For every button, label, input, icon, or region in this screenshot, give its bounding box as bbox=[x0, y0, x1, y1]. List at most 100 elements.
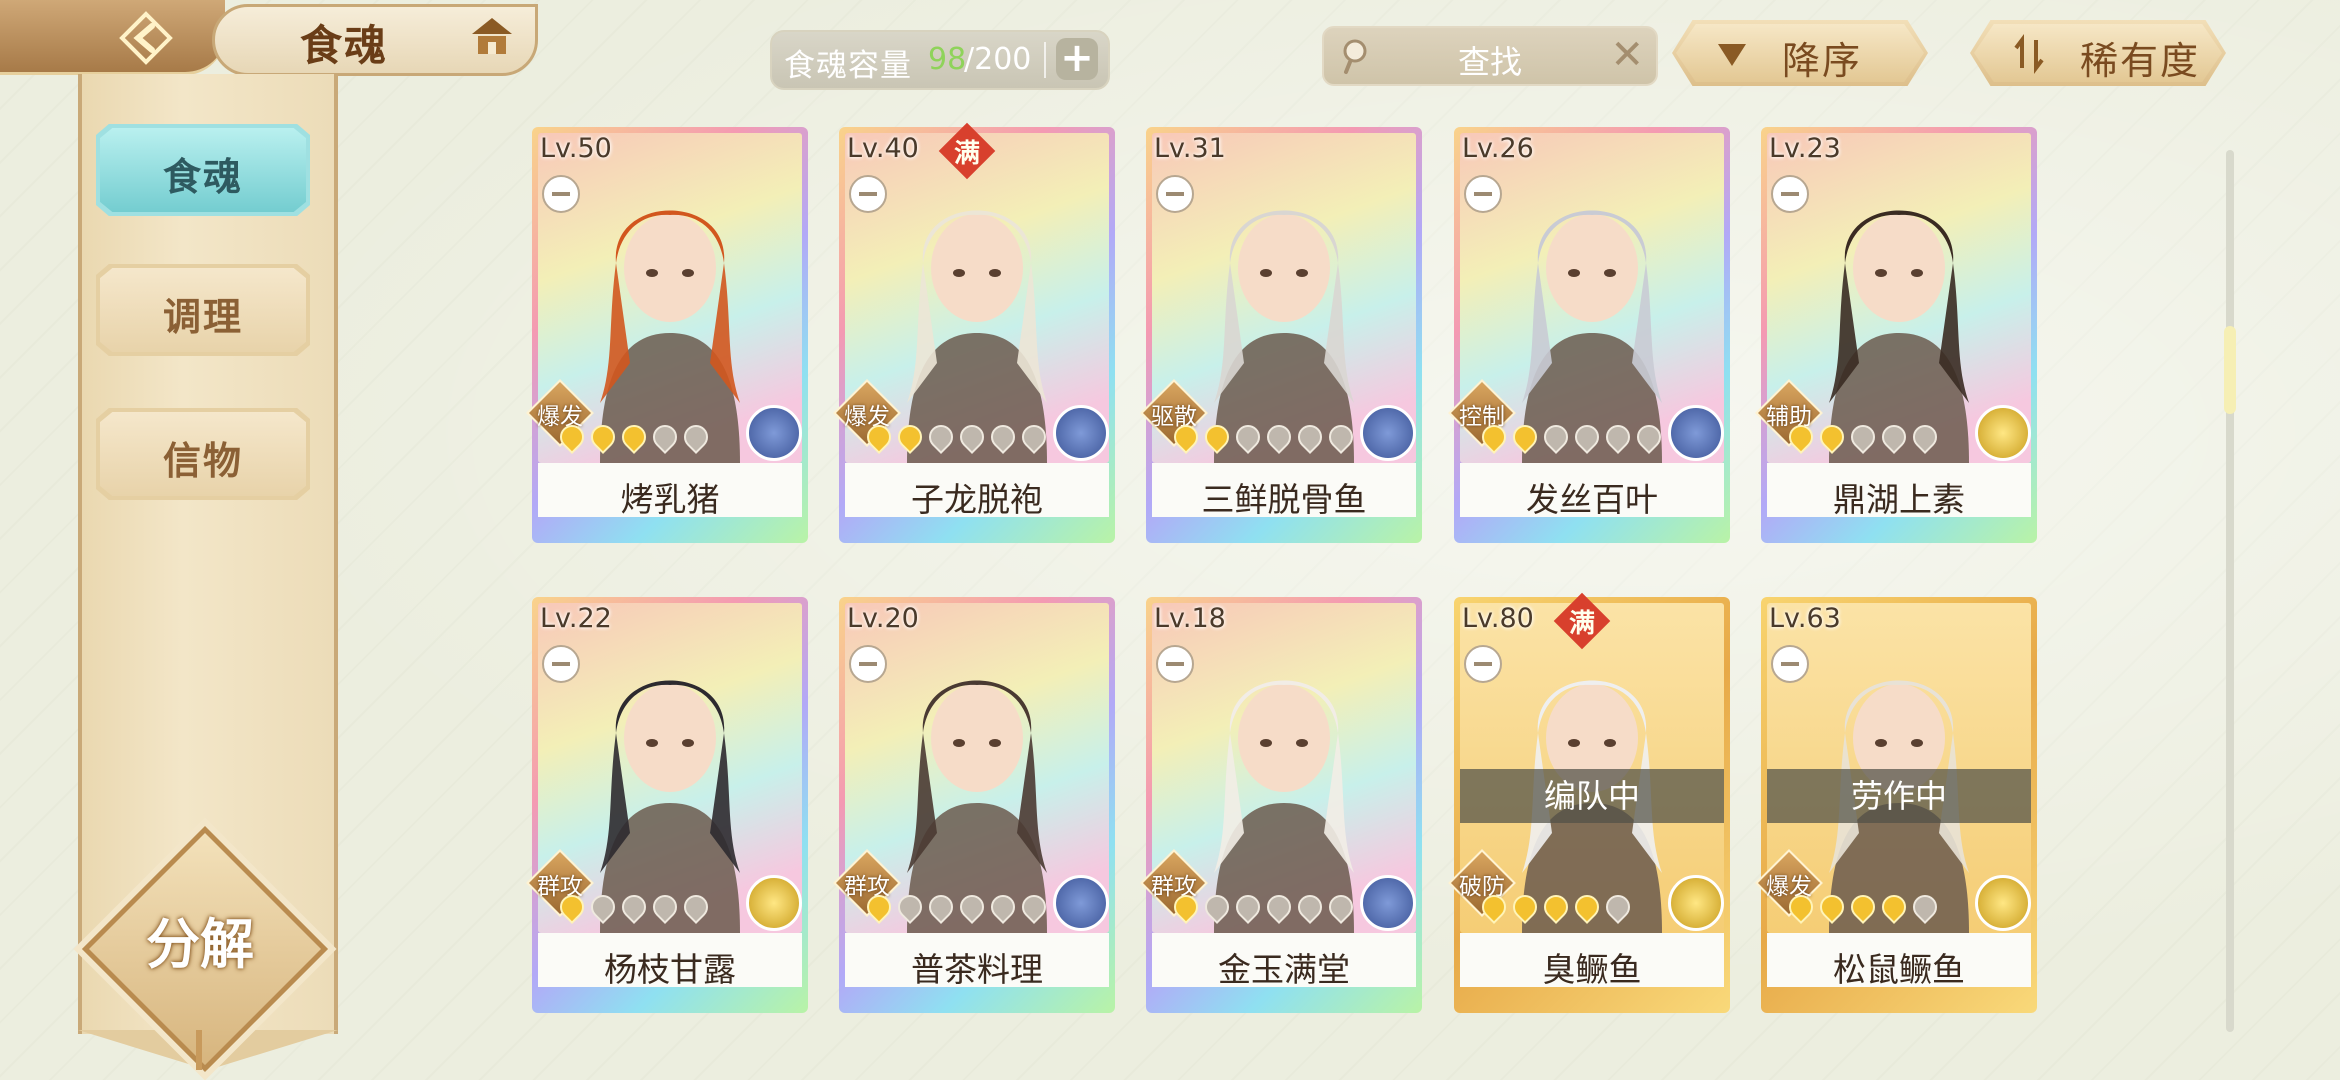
star-empty-icon bbox=[1293, 419, 1327, 454]
card-level: Lv.40 bbox=[847, 133, 919, 164]
card-level: Lv.80 bbox=[1462, 603, 1534, 634]
card-name: 三鲜脱骨鱼 bbox=[1201, 480, 1367, 519]
star-empty-icon bbox=[648, 419, 682, 454]
star-filled-icon bbox=[862, 419, 896, 454]
star-empty-icon bbox=[1017, 889, 1051, 924]
star-filled-icon bbox=[1784, 419, 1818, 454]
card-level: Lv.22 bbox=[540, 603, 612, 634]
card-name: 烤乳猪 bbox=[620, 480, 720, 519]
food-soul-card[interactable]: Lv.80 满 编队中 破防 臭鳜鱼 bbox=[1448, 592, 1730, 1013]
lock-icon[interactable] bbox=[1771, 175, 1809, 213]
card-name: 鼎湖上素 bbox=[1833, 480, 1965, 519]
food-soul-card[interactable]: Lv.50 爆发 烤乳猪 bbox=[526, 127, 808, 543]
card-status-banner: 编队中 bbox=[1460, 769, 1724, 823]
lock-icon[interactable] bbox=[542, 175, 580, 213]
element-flower-icon bbox=[1053, 875, 1109, 931]
lock-icon[interactable] bbox=[542, 645, 580, 683]
star-filled-icon bbox=[555, 889, 589, 924]
food-soul-card[interactable]: Lv.40 满 爆发 子龙脱袍 bbox=[833, 122, 1115, 543]
search-input[interactable]: 查找 ✕ bbox=[1322, 26, 1658, 86]
star-filled-icon bbox=[1815, 889, 1849, 924]
lock-icon[interactable] bbox=[849, 645, 887, 683]
sort-key-button[interactable]: 稀有度 bbox=[1970, 20, 2226, 86]
food-soul-card[interactable]: Lv.22 群攻 杨枝甘露 bbox=[526, 597, 808, 1013]
food-soul-card[interactable]: Lv.18 群攻 金玉满堂 bbox=[1140, 597, 1422, 1013]
star-empty-icon bbox=[986, 889, 1020, 924]
search-placeholder: 查找 bbox=[1457, 43, 1522, 81]
star-empty-icon bbox=[1601, 889, 1635, 924]
star-empty-icon bbox=[1017, 419, 1051, 454]
star-empty-icon bbox=[1231, 419, 1265, 454]
star-filled-icon bbox=[1815, 419, 1849, 454]
max-badge-label: 满 bbox=[1568, 609, 1595, 639]
home-pavilion-icon[interactable] bbox=[468, 14, 516, 60]
star-empty-icon bbox=[648, 889, 682, 924]
sort-order-label: 降序 bbox=[1782, 39, 1863, 83]
tab-label: 调理 bbox=[162, 295, 243, 339]
card-name-bar: 金玉满堂 bbox=[1152, 933, 1416, 989]
star-empty-icon bbox=[955, 889, 989, 924]
star-empty-icon bbox=[986, 419, 1020, 454]
card-name-bar: 松鼠鳜鱼 bbox=[1767, 933, 2031, 989]
star-empty-icon bbox=[1200, 889, 1234, 924]
back-arrow-icon[interactable] bbox=[118, 10, 174, 66]
star-filled-icon bbox=[1784, 889, 1818, 924]
sort-order-button[interactable]: 降序 bbox=[1672, 20, 1928, 86]
lock-icon[interactable] bbox=[1464, 645, 1502, 683]
capacity-current: 98 bbox=[928, 42, 967, 77]
star-empty-icon bbox=[1601, 419, 1635, 454]
star-empty-icon bbox=[1539, 419, 1573, 454]
star-filled-icon bbox=[1508, 419, 1542, 454]
card-level: Lv.31 bbox=[1154, 133, 1226, 164]
food-soul-card[interactable]: Lv.63 劳作中 爆发 松鼠鳜鱼 bbox=[1755, 597, 2037, 1013]
card-name-bar: 三鲜脱骨鱼 bbox=[1152, 463, 1416, 519]
tab-food-souls[interactable]: 食魂 bbox=[96, 124, 310, 216]
lock-icon[interactable] bbox=[1464, 175, 1502, 213]
star-empty-icon bbox=[1231, 889, 1265, 924]
tab-conditioning[interactable]: 调理 bbox=[96, 264, 310, 356]
card-level: Lv.63 bbox=[1769, 603, 1841, 634]
food-soul-card[interactable]: Lv.26 控制 发丝百叶 bbox=[1448, 127, 1730, 543]
star-rating bbox=[862, 889, 1051, 924]
star-filled-icon bbox=[1570, 889, 1604, 924]
food-soul-card[interactable]: Lv.31 驱散 三鲜脱骨鱼 bbox=[1140, 127, 1422, 543]
element-flower-icon bbox=[1668, 875, 1724, 931]
star-empty-icon bbox=[1324, 889, 1358, 924]
star-empty-icon bbox=[1324, 419, 1358, 454]
card-name: 金玉满堂 bbox=[1218, 950, 1350, 989]
card-status-text: 劳作中 bbox=[1850, 777, 1947, 815]
decompose-label[interactable]: 分解 bbox=[118, 900, 282, 979]
scrollbar-track[interactable] bbox=[2226, 150, 2234, 1032]
star-rating bbox=[862, 419, 1051, 454]
expand-capacity-button[interactable]: + bbox=[1056, 38, 1098, 80]
element-flower-icon bbox=[746, 875, 802, 931]
food-soul-card[interactable]: Lv.23 辅助 鼎湖上素 bbox=[1755, 127, 2037, 543]
star-filled-icon bbox=[617, 419, 651, 454]
star-rating bbox=[1169, 419, 1358, 454]
sort-key-label: 稀有度 bbox=[2080, 39, 2201, 83]
star-filled-icon bbox=[1477, 419, 1511, 454]
tab-label: 食魂 bbox=[162, 155, 243, 199]
element-flower-icon bbox=[1360, 875, 1416, 931]
card-status-text: 编队中 bbox=[1543, 777, 1640, 815]
star-empty-icon bbox=[1846, 419, 1880, 454]
card-name-bar: 子龙脱袍 bbox=[845, 463, 1109, 519]
element-flower-icon bbox=[1053, 405, 1109, 461]
element-flower-icon bbox=[1360, 405, 1416, 461]
card-name-bar: 发丝百叶 bbox=[1460, 463, 1724, 519]
card-name-bar: 杨枝甘露 bbox=[538, 933, 802, 989]
tab-tokens[interactable]: 信物 bbox=[96, 408, 310, 500]
star-filled-icon bbox=[1477, 889, 1511, 924]
scrollbar-thumb[interactable] bbox=[2224, 326, 2236, 414]
card-name-bar: 普茶料理 bbox=[845, 933, 1109, 989]
star-empty-icon bbox=[924, 889, 958, 924]
element-flower-icon bbox=[746, 405, 802, 461]
food-soul-card[interactable]: Lv.20 群攻 普茶料理 bbox=[833, 597, 1115, 1013]
top-bar: 食魂 bbox=[0, 0, 540, 76]
character-portrait-icon bbox=[1214, 680, 1354, 933]
lock-icon[interactable] bbox=[849, 175, 887, 213]
lock-icon[interactable] bbox=[1156, 175, 1194, 213]
lock-icon[interactable] bbox=[1771, 645, 1809, 683]
lock-icon[interactable] bbox=[1156, 645, 1194, 683]
clear-search-icon[interactable]: ✕ bbox=[1610, 34, 1644, 76]
